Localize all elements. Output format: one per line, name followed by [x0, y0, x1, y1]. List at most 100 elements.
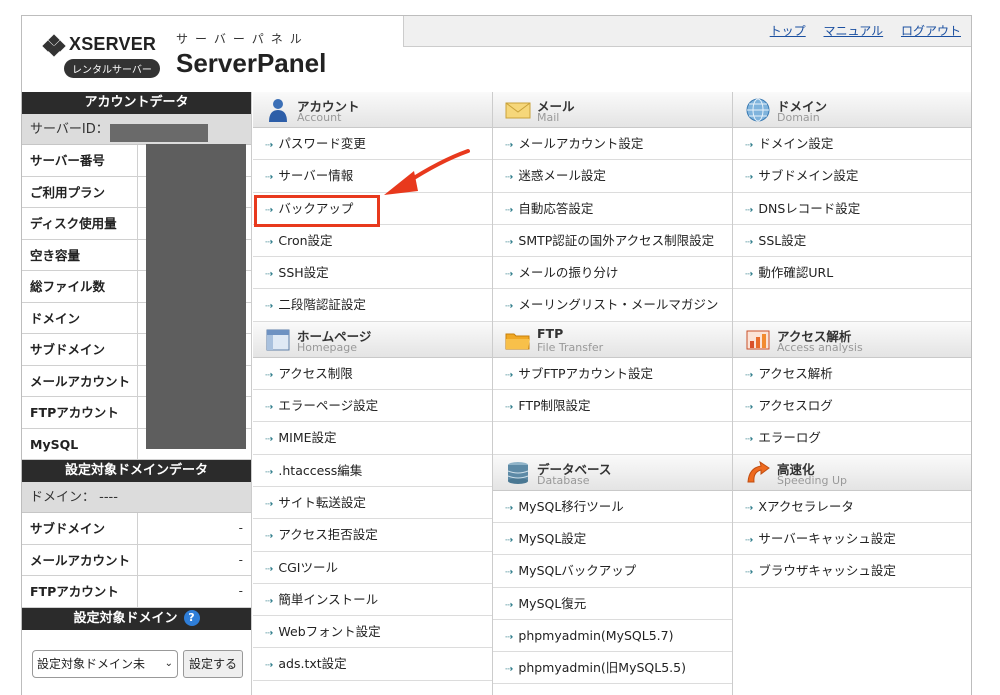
domain-data-value: -: [238, 552, 243, 567]
manual-link[interactable]: マニュアル: [824, 24, 884, 38]
account-row-label: メールアカウント: [22, 365, 138, 396]
section-header-homepage: ホームページ Homepage: [253, 321, 492, 358]
section-subtitle: Domain: [777, 111, 820, 124]
menu-item-dns[interactable]: ⇢ DNSレコード設定: [733, 193, 971, 225]
menu-item-access-deny[interactable]: ⇢ アクセス拒否設定: [253, 519, 492, 552]
section-header-domain: ドメイン Domain: [733, 92, 971, 128]
menu-item-error-page[interactable]: ⇢ エラーページ設定: [253, 390, 492, 423]
menu-item-check-url[interactable]: ⇢ 動作確認URL: [733, 257, 971, 290]
section-header-database: データベース Database: [493, 454, 732, 491]
annotation-arrow-icon: [384, 149, 470, 195]
top-nav-bar: トップ マニュアル ログアウト: [403, 16, 971, 47]
section-header-speed: 高速化 Speeding Up: [733, 454, 971, 491]
select-value: 設定対象ドメイン未: [37, 657, 146, 671]
target-domain-select[interactable]: 設定対象ドメイン未 ⌄: [32, 649, 178, 678]
menu-item-ssl[interactable]: ⇢ SSL設定: [733, 225, 971, 258]
section-header-ftp: FTP File Transfer: [493, 321, 732, 358]
menu-item-spam[interactable]: ⇢ 迷惑メール設定: [493, 160, 732, 193]
menu-item-mail-account[interactable]: ⇢ メールアカウント設定: [493, 128, 732, 161]
section-subtitle: Speeding Up: [777, 473, 848, 487]
menu-item-error-log[interactable]: ⇢ エラーログ: [733, 422, 971, 455]
mail-envelope-icon: [505, 102, 531, 119]
domain-data-value: -: [238, 584, 243, 598]
menu-item-sub-ftp[interactable]: ⇢ サブFTPアカウント設定: [493, 358, 732, 391]
brand-badge: レンタルサーバー: [64, 59, 160, 78]
menu-item-smtp-limit[interactable]: ⇢ SMTP認証の国外アクセス制限設定: [493, 225, 732, 258]
set-domain-button[interactable]: 設定する: [183, 649, 244, 678]
menu-item-mail-filter[interactable]: ⇢ メールの振り分け: [493, 257, 732, 290]
account-row-label: サーバー番号: [22, 145, 138, 176]
menu-item-access-limit[interactable]: ⇢ アクセス制限: [253, 358, 492, 391]
menu-item-access-analysis[interactable]: ⇢ アクセス解析: [733, 358, 971, 391]
help-icon[interactable]: ?: [183, 610, 200, 626]
domain-data-row: メールアカウント -: [22, 544, 251, 576]
section-subtitle: Access analysis: [777, 340, 863, 354]
speed-arrow-icon: [747, 460, 770, 483]
menu-column-2: メール Mail ⇢ メールアカウント設定 ⇢ 迷惑メール設定 ⇢ 自動応答設定 ⇢ S…: [493, 92, 733, 695]
section-header-account: アカウント Account: [253, 92, 492, 128]
account-row-label: ご利用プラン: [22, 176, 138, 207]
backup-highlight-box: [254, 195, 380, 227]
domain-data-value: -: [238, 521, 243, 535]
menu-item-domain-settings[interactable]: ⇢ ドメイン設定: [733, 128, 971, 161]
account-row-label: FTPアカウント: [22, 397, 138, 428]
top-link[interactable]: トップ: [770, 24, 806, 38]
account-row-label: ドメイン: [22, 302, 138, 333]
redacted-server-id: [110, 124, 208, 142]
domain-data-label: メールアカウント: [22, 544, 138, 575]
section-title: FTP: [537, 325, 564, 341]
domain-data-row: FTPアカウント -: [22, 576, 251, 608]
redacted-account-values: [146, 144, 246, 449]
ftp-folder-icon: [505, 333, 530, 350]
sidebar: アカウントデータ サーバーID： サーバー番号 ご利用プラン ディスク使用量 空…: [22, 92, 252, 695]
domain-globe-icon: [746, 98, 770, 122]
empty-row: [733, 289, 971, 322]
menu-item-mysql-migrate[interactable]: ⇢ MySQL移行ツール: [493, 491, 732, 523]
menu-item-2fa[interactable]: ⇢ 二段階認証設定: [253, 289, 492, 322]
menu-item-phpmyadmin-55[interactable]: ⇢ phpmyadmin(旧MySQL5.5): [493, 652, 732, 685]
menu-item-server-cache[interactable]: ⇢ サーバーキャッシュ設定: [733, 523, 971, 556]
menu-item-auto-reply[interactable]: ⇢ 自動応答設定: [493, 193, 732, 225]
target-domain-label: 設定対象ドメイン: [73, 610, 178, 626]
menu-item-access-log[interactable]: ⇢ アクセスログ: [733, 390, 971, 423]
menu-item-mailing-list[interactable]: ⇢ メーリングリスト・メールマガジン: [493, 289, 732, 322]
menu-item-cron[interactable]: ⇢ Cron設定: [253, 225, 492, 258]
section-header-mail: メール Mail: [493, 92, 732, 128]
account-row-label: サブドメイン: [22, 334, 138, 365]
server-id-label: サーバーID：: [30, 122, 109, 137]
menu-item-phpmyadmin-57[interactable]: ⇢ phpmyadmin(MySQL5.7): [493, 620, 732, 653]
menu-item-easy-install[interactable]: ⇢ 簡単インストール: [253, 584, 492, 617]
menu-item-cgi[interactable]: ⇢ CGIツール: [253, 552, 492, 584]
domain-data-title: 設定対象ドメインデータ: [22, 460, 251, 482]
chevron-down-icon: ⌄: [164, 658, 173, 669]
menu-item-ads-txt[interactable]: ⇢ ads.txt設定: [253, 648, 492, 681]
menu-item-redirect[interactable]: ⇢ サイト転送設定: [253, 487, 492, 520]
section-header-access-analysis: アクセス解析 Access analysis: [733, 321, 971, 358]
menu-item-subdomain[interactable]: ⇢ サブドメイン設定: [733, 160, 971, 193]
section-subtitle: File Transfer: [537, 340, 604, 354]
menu-item-ssh[interactable]: ⇢ SSH設定: [253, 257, 492, 290]
section-subtitle: Account: [297, 111, 342, 124]
section-subtitle: Mail: [537, 111, 560, 124]
section-subtitle: Homepage: [297, 340, 357, 354]
menu-item-webfont[interactable]: ⇢ Webフォント設定: [253, 616, 492, 649]
menu-item-htaccess[interactable]: ⇢ .htaccess編集: [253, 455, 492, 487]
logout-link[interactable]: ログアウト: [901, 24, 961, 38]
menu-item-mysql-restore[interactable]: ⇢ MySQL復元: [493, 588, 732, 620]
domain-label: ドメイン： ----: [30, 490, 118, 505]
panel-title: サーバーパネル ServerPanel: [176, 30, 326, 79]
account-row-label: MySQL: [22, 428, 138, 459]
menu-item-mime[interactable]: ⇢ MIME設定: [253, 422, 492, 455]
server-panel-frame: XSERVER レンタルサーバー サーバーパネル ServerPanel トップ…: [21, 15, 972, 695]
xserver-logo[interactable]: XSERVER レンタルサーバー: [42, 33, 182, 78]
menu-item-browser-cache[interactable]: ⇢ ブラウザキャッシュ設定: [733, 555, 971, 588]
homepage-window-icon: [266, 329, 290, 351]
menu-item-mysql-backup[interactable]: ⇢ MySQLバックアップ: [493, 555, 732, 588]
account-row-label: 総ファイル数: [22, 271, 138, 302]
menu-item-mysql-settings[interactable]: ⇢ MySQL設定: [493, 523, 732, 556]
menu-item-x-accelerator[interactable]: ⇢ Xアクセラレータ: [733, 491, 971, 523]
access-analysis-chart-icon: [746, 330, 770, 350]
domain-data-row: サブドメイン -: [22, 513, 251, 545]
domain-data-label: サブドメイン: [22, 513, 138, 544]
menu-item-ftp-limit[interactable]: ⇢ FTP制限設定: [493, 390, 732, 423]
